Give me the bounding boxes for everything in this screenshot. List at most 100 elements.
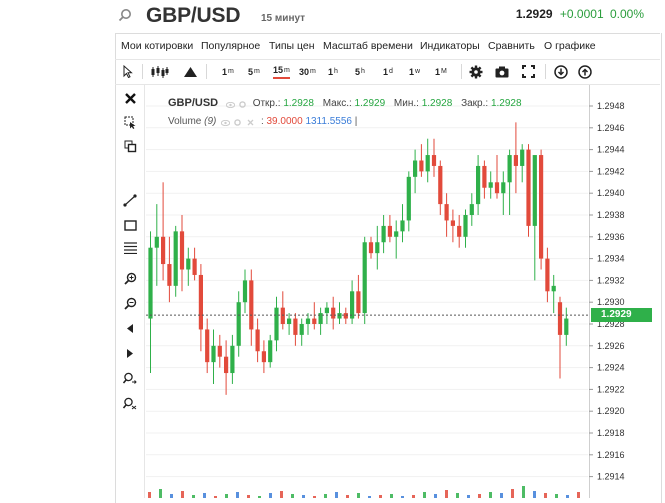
candle-body	[381, 225, 386, 243]
volume-bar	[489, 492, 492, 498]
candle-body	[450, 220, 455, 226]
candle-body	[438, 165, 443, 205]
candle-body	[532, 155, 537, 226]
volume-bar	[522, 486, 525, 498]
candle-body	[179, 231, 185, 270]
y-tick-label: 1.2918	[597, 428, 625, 438]
close-small-icon[interactable]	[247, 118, 256, 126]
candle-body	[287, 318, 292, 324]
volume-param: (9)	[204, 116, 217, 127]
candle-body	[564, 318, 569, 335]
candle-body	[148, 247, 153, 319]
candle-body	[280, 307, 285, 324]
y-tick-label: 1.2922	[597, 384, 625, 394]
candle-body	[400, 220, 405, 232]
candle-body	[192, 258, 197, 275]
candle-body	[198, 274, 203, 330]
open-value: 1.2928	[283, 98, 314, 109]
candle-body	[413, 160, 418, 177]
candle-body	[419, 160, 424, 172]
settings-small-icon[interactable]	[234, 118, 243, 127]
candle-body	[255, 329, 260, 352]
candle-body	[324, 307, 329, 314]
volume-bar	[544, 493, 547, 498]
volume-bar	[423, 492, 426, 498]
y-tick-label: 1.2914	[597, 472, 625, 482]
volume-bar	[181, 491, 184, 498]
y-tick-label: 1.2926	[597, 341, 625, 351]
candle-body	[539, 155, 544, 259]
volume-legend: Volume (9) : 39.0000 1311.5556 |	[168, 116, 358, 127]
candle-body	[343, 313, 348, 319]
y-tick-label: 1.2924	[597, 363, 625, 373]
candle-body	[312, 318, 317, 324]
candle-body	[545, 258, 550, 292]
volume-bar	[280, 491, 283, 498]
candle-body	[375, 242, 380, 254]
high-value: 1.2929	[354, 98, 386, 109]
candle-body	[457, 225, 462, 237]
legend-symbol: GBP/USD	[168, 97, 219, 109]
eye-icon[interactable]	[225, 100, 236, 109]
volume-bar	[533, 491, 536, 498]
candle-body	[242, 280, 248, 303]
volume-bar	[434, 494, 437, 498]
candle-body	[476, 165, 481, 205]
candle-body	[337, 313, 342, 319]
candle-body	[526, 149, 531, 226]
candle-body	[299, 324, 304, 335]
y-tick-label: 1.2946	[597, 123, 625, 133]
candle-body	[368, 242, 374, 254]
candle-body	[261, 351, 266, 363]
eye-icon[interactable]	[220, 118, 231, 127]
y-tick-label: 1.2930	[597, 297, 625, 307]
candle-body	[268, 340, 273, 363]
candle-body	[431, 155, 437, 166]
y-tick-label: 1.2920	[597, 406, 625, 416]
candle-body	[186, 258, 191, 270]
high-label: Макс.:	[322, 98, 352, 109]
low-value: 1.2928	[421, 98, 453, 109]
y-tick-label: 1.2940	[597, 188, 625, 198]
candle-body	[444, 204, 449, 221]
volume-bar	[335, 492, 338, 498]
ohlc-legend: GBP/USD Откр.: 1.2928 Макс.: 1.2929 Мин.…	[168, 97, 528, 109]
volume-bar	[291, 494, 294, 498]
candle-body	[425, 155, 430, 172]
candle-body	[331, 307, 336, 319]
volume-bar	[269, 493, 272, 498]
volume-bar	[577, 492, 580, 498]
volume-bar	[357, 493, 360, 498]
candle-body	[167, 264, 172, 286]
y-tick-label: 1.2936	[597, 232, 625, 242]
candle-body	[274, 307, 279, 341]
volume-bar	[148, 492, 151, 498]
volume-bar	[203, 493, 206, 498]
candle-body	[520, 149, 525, 166]
low-label: Мин.:	[393, 98, 419, 109]
volume-bar	[390, 494, 393, 498]
volume-bar	[555, 494, 558, 498]
candle-body	[249, 280, 254, 330]
candle-body	[406, 176, 411, 221]
volume-bar	[236, 492, 239, 498]
y-tick-label: 1.2948	[597, 101, 625, 111]
candle-body	[305, 318, 311, 324]
last-price-badge: 1.2929	[591, 308, 652, 323]
candle-body	[387, 225, 392, 237]
candle-body	[551, 285, 556, 292]
candle-body	[211, 345, 216, 363]
volume-bar	[500, 493, 503, 498]
candle-body	[293, 318, 298, 335]
volume-bar	[159, 489, 162, 498]
y-tick-label: 1.2944	[597, 145, 625, 155]
y-tick-label: 1.2916	[597, 450, 625, 460]
volume-label: Volume	[168, 116, 202, 127]
y-tick-label: 1.2934	[597, 254, 625, 264]
volume-bar	[511, 489, 514, 498]
volume-value-1: 39.0000	[266, 116, 303, 127]
candle-body	[217, 345, 222, 357]
volume-bar	[225, 494, 228, 498]
volume-bar	[324, 494, 327, 498]
settings-small-icon[interactable]	[239, 100, 248, 109]
